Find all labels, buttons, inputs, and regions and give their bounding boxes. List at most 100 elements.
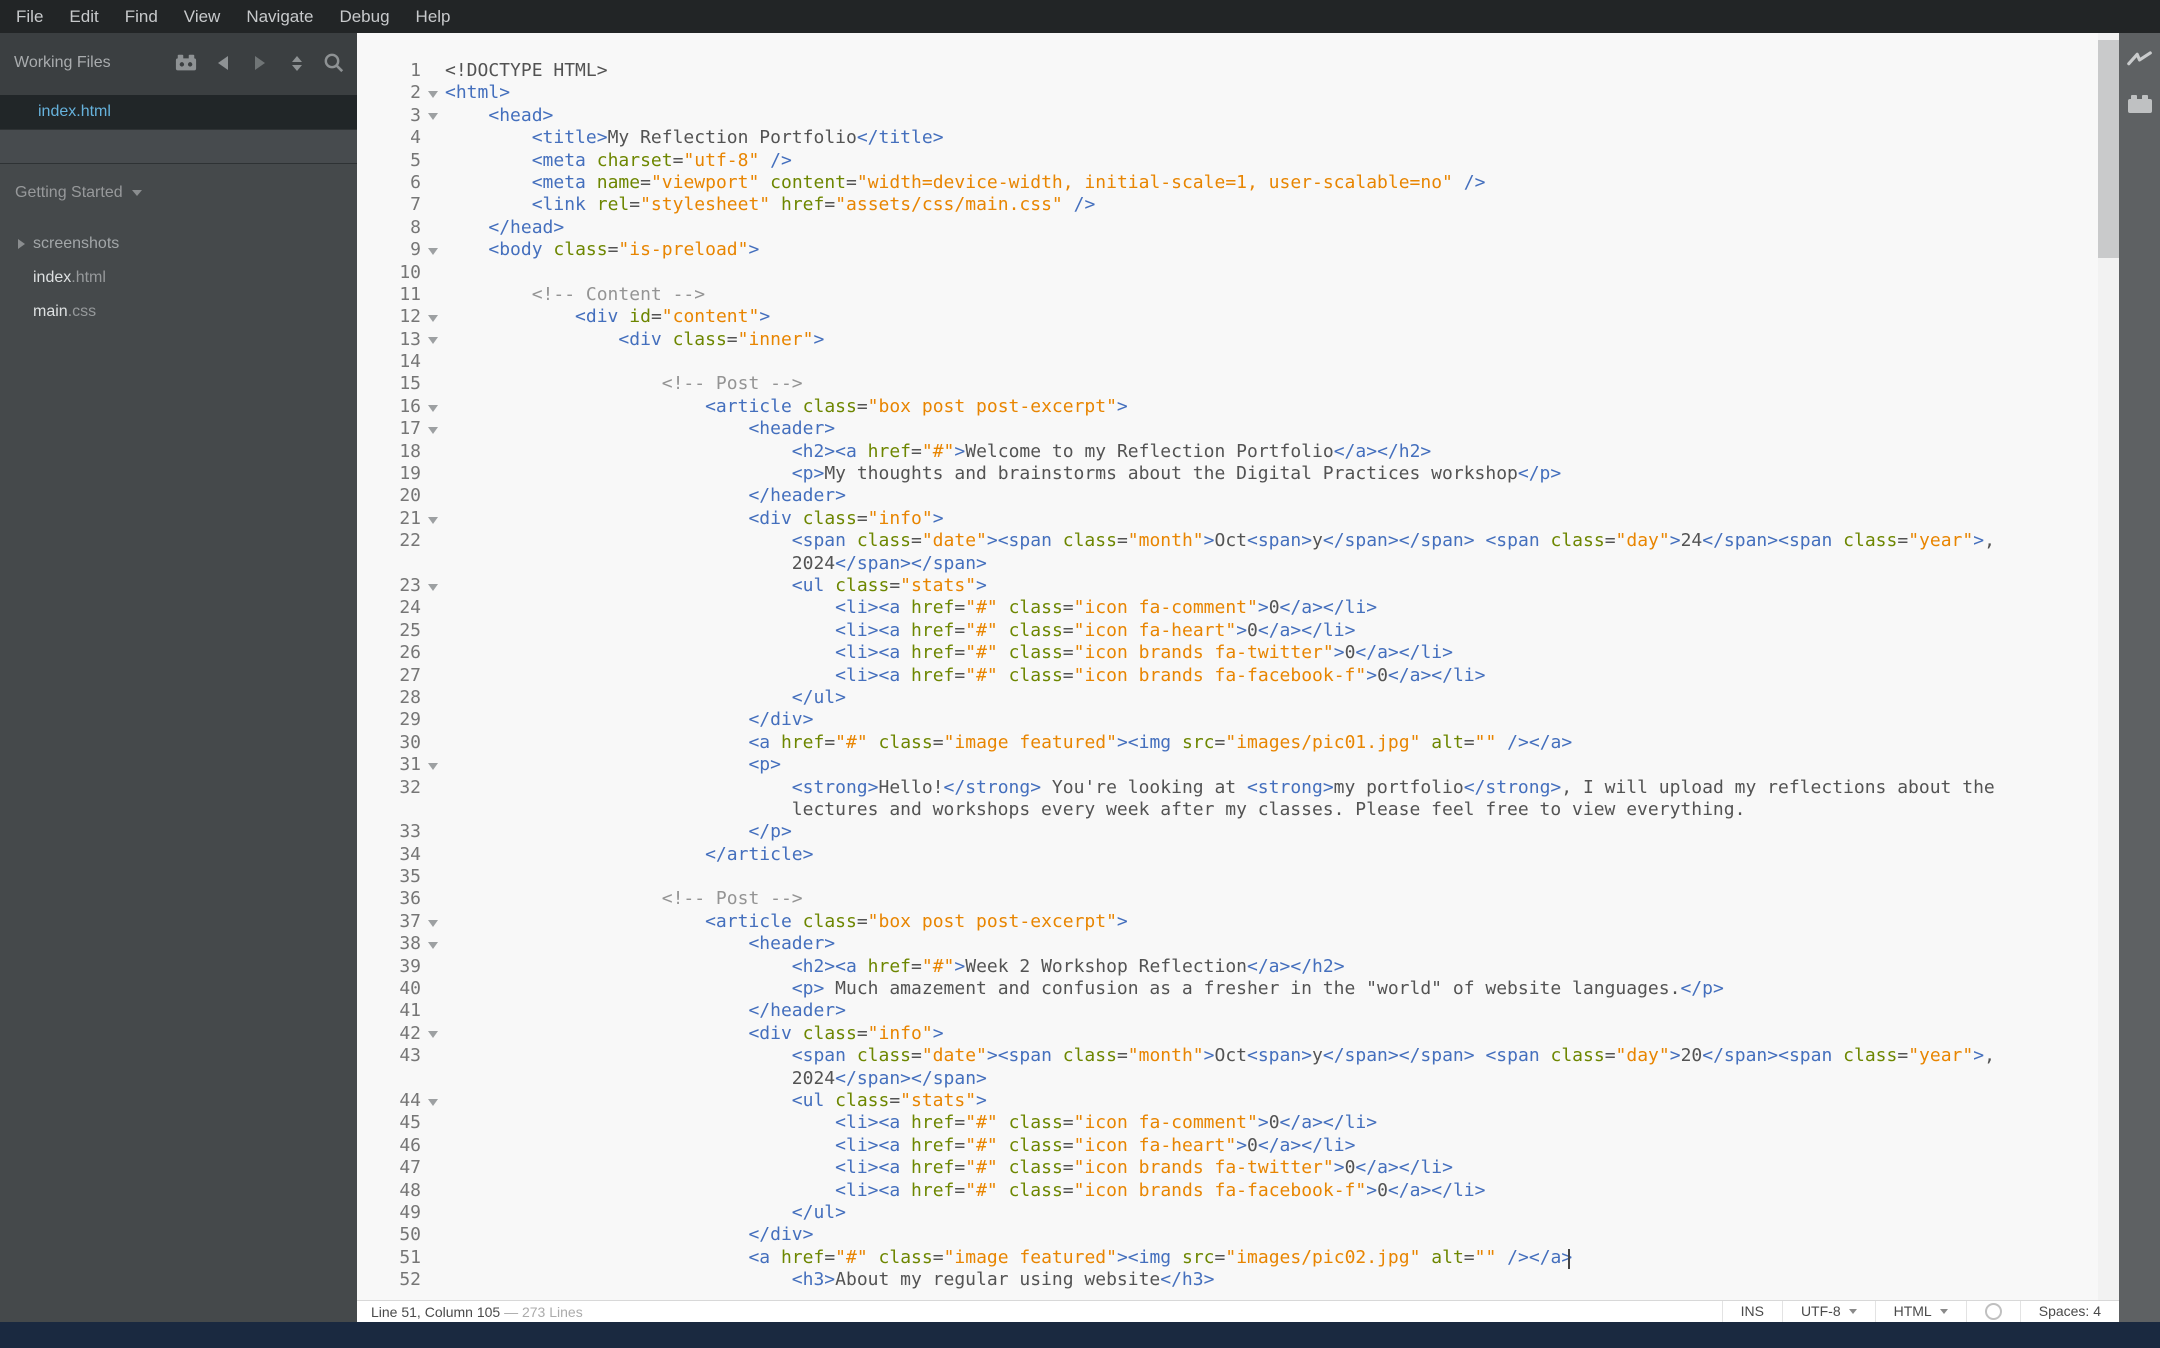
code-line[interactable]: 49 </ul> <box>357 1202 2098 1224</box>
menu-item-navigate[interactable]: Navigate <box>233 0 326 33</box>
encoding-select[interactable]: UTF-8 <box>1781 1300 1875 1323</box>
code-editor[interactable]: 1 <!DOCTYPE HTML> 2 <html> 3 <head> 4 <title>… <box>357 33 2098 1300</box>
live-preview-icon[interactable] <box>2126 45 2154 73</box>
menu-item-debug[interactable]: Debug <box>326 0 402 33</box>
fold-arrow-icon[interactable] <box>428 762 438 770</box>
fold-arrow-icon[interactable] <box>428 919 438 927</box>
language-select[interactable]: HTML <box>1874 1300 1966 1323</box>
code-line[interactable]: 23 <ul class="stats"> <box>357 575 2098 597</box>
project-dropdown[interactable]: Getting Started <box>0 164 357 207</box>
code-line[interactable]: 31 <p> <box>357 754 2098 776</box>
folder-twisty-icon[interactable] <box>18 239 25 249</box>
code-line[interactable]: 18 <h2><a href="#">Welcome to my Reflect… <box>357 441 2098 463</box>
code-line[interactable]: 34 </article> <box>357 844 2098 866</box>
code-line[interactable]: 38 <header> <box>357 933 2098 955</box>
fold-arrow-icon[interactable] <box>428 516 438 524</box>
lint-status[interactable] <box>1965 1300 2020 1323</box>
code-line[interactable]: 44 <ul class="stats"> <box>357 1090 2098 1112</box>
menu-item-file[interactable]: File <box>3 0 56 33</box>
code-line[interactable]: 41 </header> <box>357 1000 2098 1022</box>
next-file-icon[interactable] <box>249 53 271 73</box>
code-line[interactable]: 24 <li><a href="#" class="icon fa-commen… <box>357 597 2098 619</box>
code-line[interactable]: 50 </div> <box>357 1224 2098 1246</box>
code-line[interactable]: 13 <div class="inner"> <box>357 329 2098 351</box>
code-line[interactable]: 29 </div> <box>357 709 2098 731</box>
fold-arrow-icon[interactable] <box>428 941 438 949</box>
code-line[interactable]: 45 <li><a href="#" class="icon fa-commen… <box>357 1112 2098 1134</box>
fold-arrow-icon[interactable] <box>428 583 438 591</box>
code-line[interactable]: 3 <head> <box>357 105 2098 127</box>
indent-setting[interactable]: Spaces: 4 <box>2019 1300 2119 1323</box>
fold-arrow-icon[interactable] <box>428 337 438 345</box>
code-line[interactable]: 26 <li><a href="#" class="icon brands fa… <box>357 642 2098 664</box>
code-line[interactable]: 21 <div class="info"> <box>357 508 2098 530</box>
code-line[interactable]: 2024</span></span> <box>357 1068 2098 1090</box>
fold-arrow-icon[interactable] <box>428 404 438 412</box>
code-line[interactable]: 51 <a href="#" class="image featured"><i… <box>357 1247 2098 1269</box>
menu-item-edit[interactable]: Edit <box>56 0 111 33</box>
code-line[interactable]: 35 <box>357 866 2098 888</box>
code-line[interactable]: 17 <header> <box>357 418 2098 440</box>
sort-files-icon[interactable] <box>286 53 308 73</box>
working-file-index-html[interactable]: index.html <box>0 95 357 129</box>
code-line[interactable]: 25 <li><a href="#" class="icon fa-heart"… <box>357 620 2098 642</box>
code-line[interactable]: 4 <title>My Reflection Portfolio</title> <box>357 127 2098 149</box>
code-line[interactable]: 10 <box>357 262 2098 284</box>
fold-arrow-icon[interactable] <box>428 91 438 99</box>
fold-arrow-icon[interactable] <box>428 113 438 121</box>
vertical-scrollbar[interactable] <box>2098 33 2119 1300</box>
fold-arrow-icon[interactable] <box>428 1031 438 1039</box>
tree-item-index-html[interactable]: index .html <box>0 261 357 295</box>
code-line[interactable]: 19 <p>My thoughts and brainstorms about … <box>357 463 2098 485</box>
menu-item-view[interactable]: View <box>171 0 234 33</box>
code-line[interactable]: 7 <link rel="stylesheet" href="assets/cs… <box>357 194 2098 216</box>
code-line[interactable]: 47 <li><a href="#" class="icon brands fa… <box>357 1157 2098 1179</box>
code-line[interactable]: 9 <body class="is-preload"> <box>357 239 2098 261</box>
sidebar: Working Files index.html Getting Started… <box>0 33 357 1322</box>
code-line[interactable]: 2024</span></span> <box>357 553 2098 575</box>
fold-arrow-icon[interactable] <box>428 314 438 322</box>
code-line[interactable]: 20 </header> <box>357 485 2098 507</box>
code-line[interactable]: 33 </p> <box>357 821 2098 843</box>
code-line[interactable]: 14 <box>357 351 2098 373</box>
code-line[interactable]: 6 <meta name="viewport" content="width=d… <box>357 172 2098 194</box>
code-line[interactable]: 12 <div id="content"> <box>357 306 2098 328</box>
code-line[interactable]: 36 <!-- Post --> <box>357 888 2098 910</box>
code-line[interactable]: 46 <li><a href="#" class="icon fa-heart"… <box>357 1135 2098 1157</box>
binoculars-icon[interactable] <box>175 53 197 73</box>
code-line[interactable]: 22 <span class="date"><span class="month… <box>357 530 2098 552</box>
code-line[interactable]: 1 <!DOCTYPE HTML> <box>357 60 2098 82</box>
fold-arrow-icon[interactable] <box>428 1098 438 1106</box>
code-line[interactable]: 39 <h2><a href="#">Week 2 Workshop Refle… <box>357 956 2098 978</box>
tree-item-screenshots[interactable]: screenshots <box>0 227 357 261</box>
code-line[interactable]: 40 <p> Much amazement and confusion as a… <box>357 978 2098 1000</box>
code-line[interactable]: lectures and workshops every week after … <box>357 799 2098 821</box>
code-line[interactable]: 30 <a href="#" class="image featured"><i… <box>357 732 2098 754</box>
search-icon[interactable] <box>323 53 345 73</box>
line-number: 37 <box>399 910 421 932</box>
code-line[interactable]: 32 <strong>Hello!</strong> You're lookin… <box>357 777 2098 799</box>
code-line[interactable]: 42 <div class="info"> <box>357 1023 2098 1045</box>
code-line[interactable]: 27 <li><a href="#" class="icon brands fa… <box>357 665 2098 687</box>
code-text: 2024</span></span> <box>445 1067 987 1089</box>
code-line[interactable]: 48 <li><a href="#" class="icon brands fa… <box>357 1180 2098 1202</box>
code-line[interactable]: 16 <article class="box post post-excerpt… <box>357 396 2098 418</box>
code-line[interactable]: 52 <h3>About my regular using website</h… <box>357 1269 2098 1291</box>
menu-item-help[interactable]: Help <box>403 0 464 33</box>
insert-mode-indicator[interactable]: INS <box>1721 1300 1782 1323</box>
scrollbar-thumb[interactable] <box>2098 40 2119 258</box>
code-line[interactable]: 43 <span class="date"><span class="month… <box>357 1045 2098 1067</box>
menu-item-find[interactable]: Find <box>112 0 171 33</box>
code-line[interactable]: 5 <meta charset="utf-8" /> <box>357 150 2098 172</box>
tree-item-main-css[interactable]: main .css <box>0 295 357 329</box>
fold-arrow-icon[interactable] <box>428 247 438 255</box>
code-line[interactable]: 11 <!-- Content --> <box>357 284 2098 306</box>
extension-manager-icon[interactable] <box>2126 91 2154 119</box>
code-line[interactable]: 37 <article class="box post post-excerpt… <box>357 911 2098 933</box>
code-line[interactable]: 2 <html> <box>357 82 2098 104</box>
code-line[interactable]: 28 </ul> <box>357 687 2098 709</box>
previous-file-icon[interactable] <box>212 53 234 73</box>
fold-arrow-icon[interactable] <box>428 426 438 434</box>
code-line[interactable]: 15 <!-- Post --> <box>357 373 2098 395</box>
code-line[interactable]: 8 </head> <box>357 217 2098 239</box>
